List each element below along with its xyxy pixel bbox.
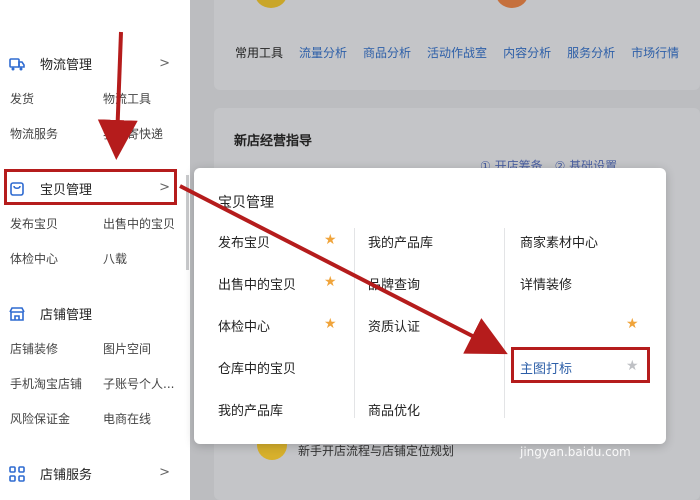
watermark-url: jingyan.baidu.com xyxy=(520,445,631,459)
watermark: Baidu 经验 jingyan.baidu.com xyxy=(520,408,631,459)
watermark-brand: Baidu 经验 xyxy=(520,412,632,436)
arrow-down xyxy=(97,31,138,160)
arrow-diagonal xyxy=(179,184,508,355)
